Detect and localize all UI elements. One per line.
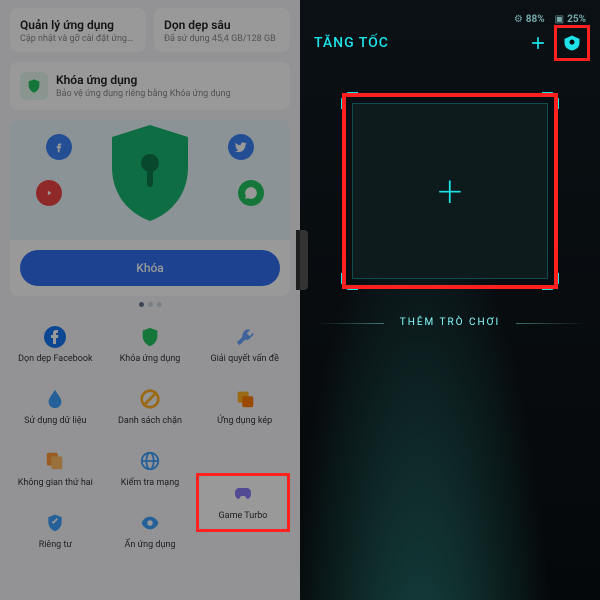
gamepad-icon (229, 480, 257, 508)
add-game-slot[interactable]: + (340, 91, 560, 291)
lock-row[interactable]: Khóa ứng dụng Bảo vệ ứng dụng riêng bằng… (10, 62, 290, 110)
section-label: THÊM TRÒ CHƠI (314, 317, 586, 328)
copy-icon (41, 447, 69, 475)
dual-squares-icon (231, 385, 259, 413)
tool-privacy[interactable]: Riêng tư (10, 503, 101, 561)
globe-icon (136, 447, 164, 475)
block-icon (136, 385, 164, 413)
lock-icon (136, 323, 164, 351)
slot-frame: + (352, 103, 548, 279)
status-row: ⚙ 88% ▣ 25% (314, 14, 586, 25)
lock-sub: Bảo vệ ứng dụng riêng bằng Khóa ứng dụng (56, 89, 231, 99)
plus-icon: + (438, 169, 463, 213)
cpu-icon: ⚙ 88% (514, 14, 545, 25)
droplet-icon (41, 385, 69, 413)
tool-blocklist[interactable]: Danh sách chặn (105, 379, 196, 437)
gpu-icon: ▣ 25% (555, 14, 586, 25)
settings-button[interactable] (558, 29, 586, 57)
top-cards-row: Quản lý ứng dụng Cập nhật và gỡ cài đặt … (10, 8, 290, 52)
corner-decor (340, 257, 374, 291)
facebook-icon (46, 134, 72, 160)
tool-troubleshoot[interactable]: Giải quyết vấn đề (199, 317, 290, 375)
page-title: TĂNG TỐC (314, 35, 389, 51)
wrench-icon (231, 323, 259, 351)
card-deep-clean[interactable]: Dọn dẹp sâu Đã sử dụng 45,4 GB/128 GB (154, 8, 290, 52)
pager-dots (10, 302, 290, 307)
eye-off-icon (136, 509, 164, 537)
lock-title: Khóa ứng dụng (56, 73, 231, 87)
tool-data-usage[interactable]: Sử dụng dữ liệu (10, 379, 101, 437)
whatsapp-icon (238, 180, 264, 206)
twitter-icon (228, 134, 254, 160)
card-sub: Đã sử dụng 45,4 GB/128 GB (164, 34, 280, 44)
game-turbo-container[interactable]: Game Turbo (198, 475, 288, 530)
corner-decor (340, 91, 374, 125)
card-title: Dọn dẹp sâu (164, 18, 280, 32)
tool-hide-apps[interactable]: Ẩn ứng dụng (105, 503, 196, 561)
tool-facebook-clean[interactable]: Dọn dẹp Facebook (10, 317, 101, 375)
shield-icon (20, 72, 48, 100)
promo-card: Khóa (10, 120, 290, 296)
facebook-icon (41, 323, 69, 351)
shield-check-icon (41, 509, 69, 537)
youtube-icon (36, 180, 62, 206)
corner-decor (526, 91, 560, 125)
game-turbo-pane: ⚙ 88% ▣ 25% TĂNG TỐC + THÊM TRÒ CHƠI (300, 0, 600, 600)
card-title: Quản lý ứng dụng (20, 18, 136, 32)
security-app-pane: Quản lý ứng dụng Cập nhật và gỡ cài đặt … (0, 0, 300, 600)
card-sub: Cập nhật và gỡ cài đặt ứng… (20, 34, 136, 44)
tool-network-test[interactable]: Kiểm tra mạng (105, 441, 196, 499)
promo-canvas (10, 120, 290, 240)
right-header: TĂNG TỐC (314, 25, 586, 71)
shield-large-icon (108, 125, 192, 225)
tool-second-space[interactable]: Không gian thứ hai (10, 441, 101, 499)
tool-app-lock[interactable]: Khóa ứng dụng (105, 317, 196, 375)
lock-cta-button[interactable]: Khóa (20, 250, 280, 286)
card-manage-apps[interactable]: Quản lý ứng dụng Cập nhật và gỡ cài đặt … (10, 8, 146, 52)
partial-game-thumb (296, 230, 308, 290)
corner-decor (526, 257, 560, 291)
tool-dual-apps[interactable]: Ứng dụng kép (199, 379, 290, 437)
add-button[interactable] (524, 29, 552, 57)
